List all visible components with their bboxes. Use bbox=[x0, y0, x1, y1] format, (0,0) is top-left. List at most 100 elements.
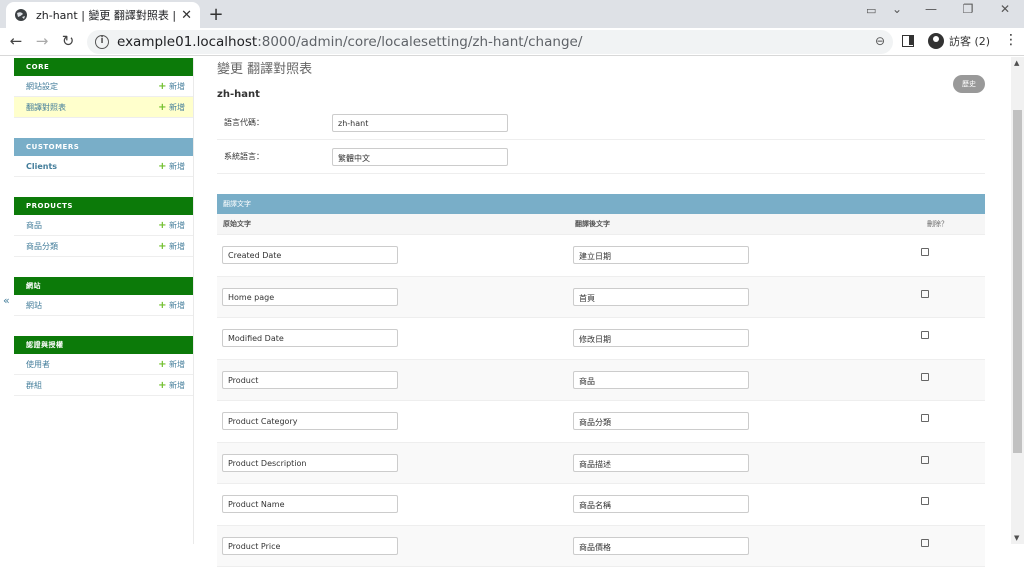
sidebar-item-link[interactable]: 網站 bbox=[26, 300, 42, 311]
sidebar-item-link[interactable]: 使用者 bbox=[26, 359, 50, 370]
source-input[interactable]: Product Category bbox=[222, 412, 398, 430]
add-link[interactable]: + 新增 bbox=[158, 220, 185, 231]
menu-icon[interactable]: ⋮ bbox=[1004, 32, 1018, 48]
translated-input[interactable]: 首頁 bbox=[573, 288, 749, 306]
add-link[interactable]: + 新增 bbox=[158, 81, 185, 92]
restore-icon[interactable]: ❐ bbox=[953, 2, 983, 22]
add-label: 新增 bbox=[169, 221, 185, 230]
module: CUSTOMERS Clients + 新增 bbox=[14, 138, 193, 177]
history-button[interactable]: 歷史 bbox=[953, 75, 985, 93]
table-row: Home page 首頁 bbox=[217, 277, 985, 319]
minimize-icon[interactable]: — bbox=[916, 2, 946, 22]
side-panel-icon[interactable] bbox=[902, 35, 914, 47]
delete-checkbox[interactable] bbox=[921, 331, 929, 339]
url-host: example01.localhost bbox=[117, 34, 257, 50]
sidebar-item: 使用者 + 新增 bbox=[14, 354, 193, 375]
language-code-input[interactable]: zh-hant bbox=[332, 114, 508, 132]
scroll-down-icon[interactable]: ▼ bbox=[1014, 534, 1019, 542]
delete-checkbox[interactable] bbox=[921, 248, 929, 256]
delete-checkbox[interactable] bbox=[921, 373, 929, 381]
source-cell: Modified Date bbox=[222, 329, 573, 347]
translated-input[interactable]: 商品價格 bbox=[573, 537, 749, 555]
module-header[interactable]: CORE bbox=[14, 58, 193, 76]
zoom-icon[interactable]: ⊖ bbox=[875, 34, 885, 48]
table-row: Modified Date 修改日期 bbox=[217, 318, 985, 360]
translated-input[interactable]: 商品分類 bbox=[573, 412, 749, 430]
page-heading: 變更 翻譯對照表 bbox=[217, 58, 985, 77]
add-link[interactable]: + 新增 bbox=[158, 241, 185, 252]
add-link[interactable]: + 新增 bbox=[158, 300, 185, 311]
table-row: Created Date 建立日期 bbox=[217, 235, 985, 277]
profile-label: 訪客 (2) bbox=[949, 33, 990, 49]
module-header[interactable]: PRODUCTS bbox=[14, 197, 193, 215]
address-bar[interactable]: i example01.localhost:8000/admin/core/lo… bbox=[87, 30, 893, 54]
plus-icon: + bbox=[158, 359, 166, 370]
delete-checkbox[interactable] bbox=[921, 456, 929, 464]
translated-cell: 首頁 bbox=[573, 288, 921, 306]
delete-checkbox[interactable] bbox=[921, 290, 929, 298]
source-input[interactable]: Modified Date bbox=[222, 329, 398, 347]
translated-input[interactable]: 建立日期 bbox=[573, 246, 749, 264]
source-cell: Product Price bbox=[222, 537, 573, 555]
sidebar-item-link[interactable]: 群組 bbox=[26, 380, 42, 391]
source-input[interactable]: Home page bbox=[222, 288, 398, 306]
delete-checkbox[interactable] bbox=[921, 414, 929, 422]
translated-input[interactable]: 商品 bbox=[573, 371, 749, 389]
sidebar-item: 商品 + 新增 bbox=[14, 215, 193, 236]
add-link[interactable]: + 新增 bbox=[158, 359, 185, 370]
translated-input[interactable]: 商品描述 bbox=[573, 454, 749, 472]
url-path: :8000/admin/core/localesetting/zh-hant/c… bbox=[257, 34, 582, 50]
module-header[interactable]: 認證與授權 bbox=[14, 336, 193, 354]
system-language-input[interactable]: 繁體中文 bbox=[332, 148, 508, 166]
add-link[interactable]: + 新增 bbox=[158, 380, 185, 391]
translated-input[interactable]: 修改日期 bbox=[573, 329, 749, 347]
add-link[interactable]: + 新增 bbox=[158, 161, 185, 172]
plus-icon: + bbox=[158, 161, 166, 172]
admin-sidebar: CORE網站設定+ 新增翻譯對照表+ 新增CUSTOMERSClients+ 新… bbox=[14, 58, 194, 544]
sidebar-item-link[interactable]: Clients bbox=[26, 162, 57, 171]
delete-checkbox[interactable] bbox=[921, 539, 929, 547]
tab-title: zh-hant | 變更 翻譯對照表 | Djar bbox=[36, 7, 177, 23]
translated-input[interactable]: 商品名稱 bbox=[573, 495, 749, 513]
reload-icon[interactable]: ↻ bbox=[58, 32, 78, 50]
close-tab-icon[interactable]: ✕ bbox=[181, 8, 192, 23]
collapse-sidebar-icon[interactable]: « bbox=[3, 294, 10, 307]
table-row: Product Category 商品分類 bbox=[217, 401, 985, 443]
profile-button[interactable]: 訪客 (2) bbox=[922, 31, 996, 51]
new-tab-icon[interactable]: + bbox=[206, 4, 226, 25]
source-cell: Product Category bbox=[222, 412, 573, 430]
info-icon[interactable]: i bbox=[95, 35, 109, 49]
module-header[interactable]: 網站 bbox=[14, 277, 193, 295]
source-input[interactable]: Created Date bbox=[222, 246, 398, 264]
scrollbar[interactable]: ▲ ▼ bbox=[1011, 57, 1024, 544]
main-content: 變更 翻譯對照表 zh-hant 歷史 語言代碼： zh-hant 系統語言： … bbox=[217, 58, 985, 544]
delete-checkbox[interactable] bbox=[921, 497, 929, 505]
sidebar-item-link[interactable]: 商品 bbox=[26, 220, 42, 231]
back-icon[interactable]: ← bbox=[6, 32, 26, 50]
source-input[interactable]: Product Name bbox=[222, 495, 398, 513]
forward-icon[interactable]: → bbox=[32, 32, 52, 50]
sidebar-item: 商品分類 + 新增 bbox=[14, 236, 193, 257]
tab-search-icon[interactable]: ▭ bbox=[866, 4, 876, 17]
close-window-icon[interactable]: ✕ bbox=[990, 2, 1020, 22]
source-input[interactable]: Product Price bbox=[222, 537, 398, 555]
field-system-language: 系統語言： 繁體中文 bbox=[217, 140, 985, 174]
plus-icon: + bbox=[158, 380, 166, 391]
scroll-up-icon[interactable]: ▲ bbox=[1014, 59, 1019, 67]
col-translated: 翻譯後文字 bbox=[575, 219, 927, 229]
sidebar-item-link[interactable]: 網站設定 bbox=[26, 81, 58, 92]
source-cell: Home page bbox=[222, 288, 573, 306]
tab-list-icon[interactable]: ⌄ bbox=[882, 2, 912, 22]
source-input[interactable]: Product bbox=[222, 371, 398, 389]
module: 網站網站+ 新增 bbox=[14, 277, 193, 316]
add-label: 新增 bbox=[169, 103, 185, 112]
sidebar-item-link[interactable]: 翻譯對照表 bbox=[26, 102, 66, 113]
add-link[interactable]: + 新增 bbox=[158, 102, 185, 113]
source-input[interactable]: Product Description bbox=[222, 454, 398, 472]
module-header[interactable]: CUSTOMERS bbox=[14, 138, 193, 156]
module: CORE網站設定+ 新增翻譯對照表+ 新增 bbox=[14, 58, 193, 118]
add-label: 新增 bbox=[169, 381, 185, 390]
scrollbar-thumb[interactable] bbox=[1013, 110, 1022, 453]
browser-tab[interactable]: zh-hant | 變更 翻譯對照表 | Djar ✕ bbox=[6, 2, 200, 28]
sidebar-item-link[interactable]: 商品分類 bbox=[26, 241, 58, 252]
